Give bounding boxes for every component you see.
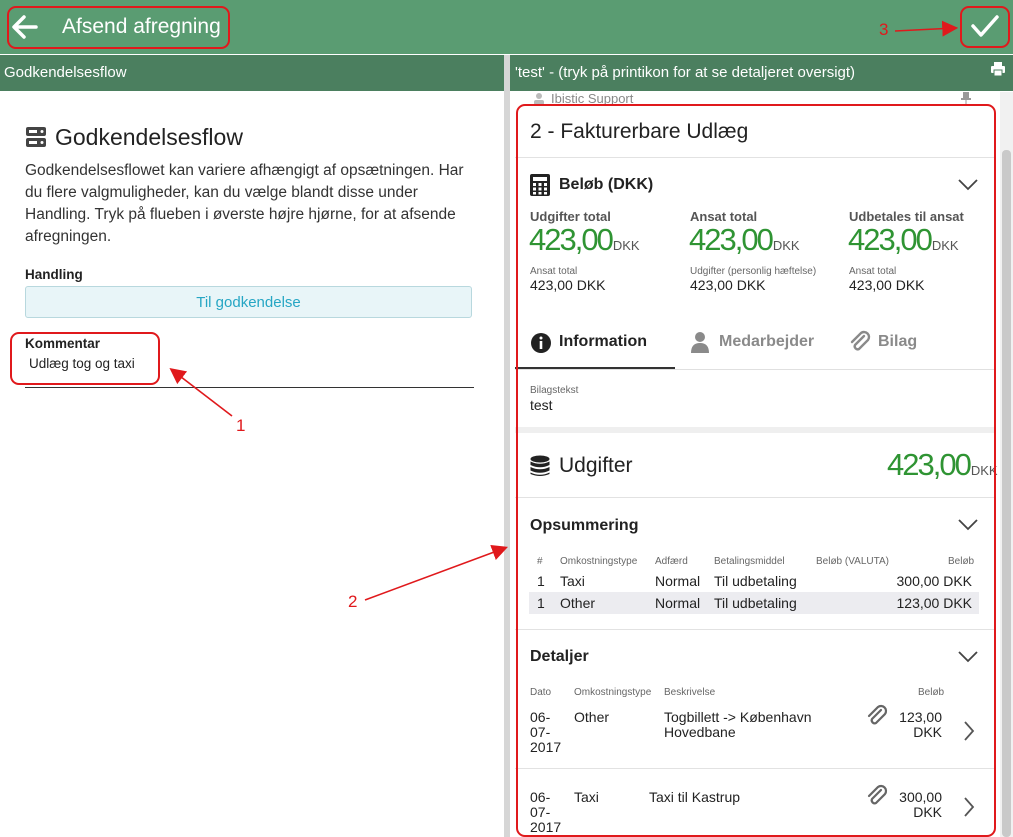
annotation-arrow-3 xyxy=(894,20,959,37)
annotation-label-3: 3 xyxy=(879,20,889,39)
annotation-arrow-1 xyxy=(169,368,233,417)
annotation-label-2: 2 xyxy=(348,592,358,611)
annotation-arrow-2 xyxy=(364,544,508,601)
annotation-arrows xyxy=(169,20,959,601)
annotation-label-1: 1 xyxy=(236,416,246,435)
